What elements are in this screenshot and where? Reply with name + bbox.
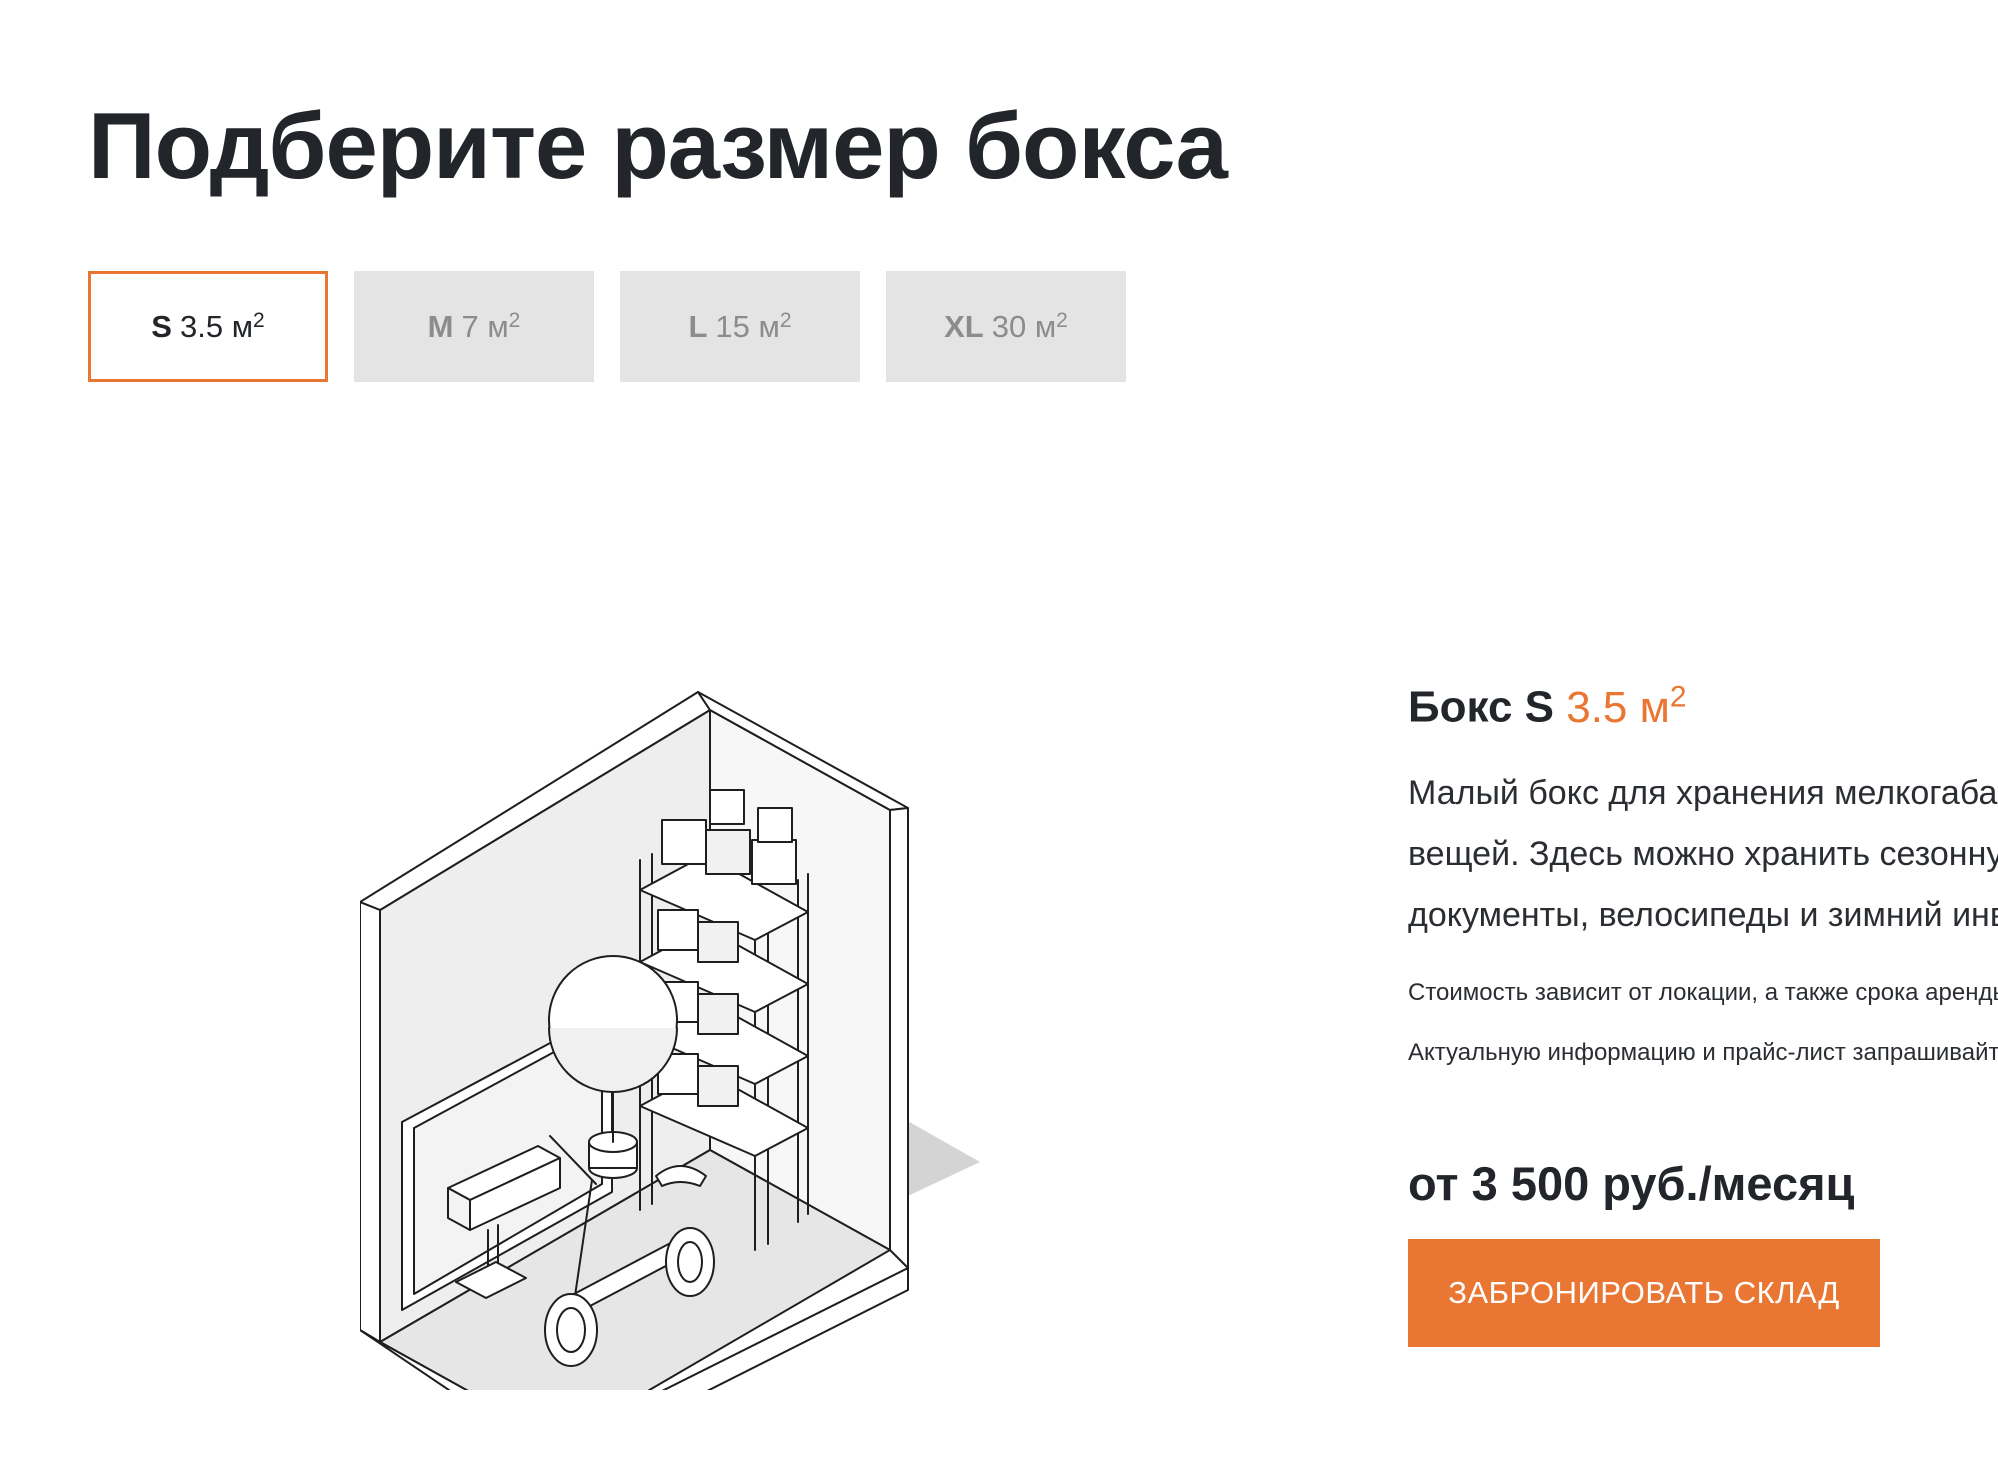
tab-size-letter: S	[151, 308, 172, 344]
box-heading-area: 3.5 м2	[1566, 680, 1687, 732]
tab-size-letter: XL	[944, 308, 984, 344]
box-heading: Бокс S 3.5 м2	[1408, 680, 1998, 733]
tab-area-unit-power: 2	[1056, 308, 1068, 332]
tab-size-m[interactable]: M 7 м2	[354, 271, 594, 382]
tab-area: 3.5 м	[179, 308, 254, 344]
box-description: Малый бокс для хранения мелкогабаритных …	[1408, 773, 1998, 934]
tab-area: 30 м	[991, 308, 1057, 344]
tab-size-l[interactable]: L 15 м2	[620, 271, 860, 382]
tab-size-letter: M	[427, 308, 454, 344]
storage-box-illustration-icon	[359, 690, 1000, 1466]
box-heading-title: Бокс S	[1408, 682, 1554, 732]
price-note: Стоимость зависит от локации, а также ср…	[1408, 978, 1998, 1006]
price-label: от 3 500 руб./месяц	[1408, 1156, 1855, 1210]
tab-area: 15 м	[715, 308, 780, 344]
tab-size-letter: L	[688, 308, 708, 344]
size-tabs: S 3.5 м2 M 7 м2 L 15 м2 XL 30 м2	[88, 271, 1126, 382]
tab-area-unit-power: 2	[253, 308, 265, 332]
tab-area-unit-power: 2	[508, 308, 521, 332]
tab-size-s[interactable]: S 3.5 м2	[88, 271, 328, 382]
box-heading-area-value: 3.5 м	[1566, 682, 1670, 732]
page-title: Подберите размер бокса	[88, 93, 1228, 198]
tab-area: 7 м	[461, 308, 509, 344]
box-details: Бокс S 3.5 м2 Малый бокс для хранения ме…	[1408, 680, 1998, 1347]
tab-size-xl[interactable]: XL 30 м2	[886, 271, 1126, 382]
tab-area-unit-power: 2	[779, 308, 792, 332]
box-heading-area-unit-power: 2	[1669, 680, 1687, 713]
book-storage-button[interactable]: ЗАБРОНИРОВАТЬ СКЛАД	[1408, 1238, 1880, 1347]
info-note: Актуальную информацию и прайс-лист запра…	[1408, 1038, 1998, 1066]
